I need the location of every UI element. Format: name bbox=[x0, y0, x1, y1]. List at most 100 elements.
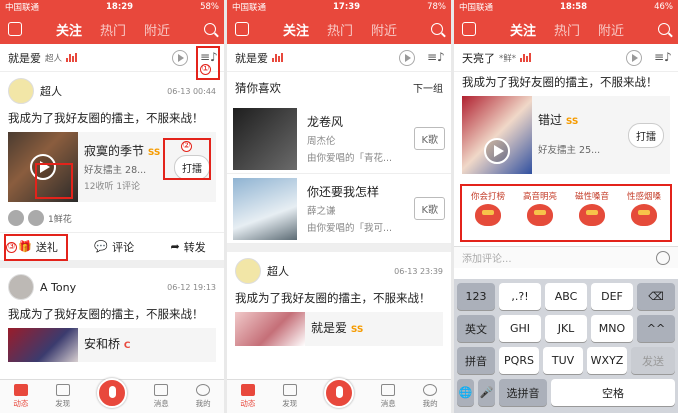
mic-icon[interactable]: 🎤 bbox=[478, 379, 495, 406]
post-header: 超人 06-13 23:39 bbox=[227, 252, 451, 286]
key-123[interactable]: 123 bbox=[457, 283, 495, 310]
avatar[interactable] bbox=[235, 258, 261, 284]
now-playing-bar[interactable]: 天亮了 *鲜* ≡♪ bbox=[454, 44, 678, 72]
song-card[interactable]: 错过 SS 好友擂主 25... 打擂 bbox=[462, 96, 670, 174]
play-icon[interactable] bbox=[484, 138, 510, 164]
song-card[interactable]: 安和桥 C bbox=[8, 328, 216, 362]
song-title: 寂寞的季节 bbox=[84, 144, 145, 158]
song-cover[interactable] bbox=[462, 96, 532, 174]
karaoke-button[interactable]: K歌 bbox=[414, 197, 445, 220]
recommend-item[interactable]: 龙卷风 周杰伦 由你爱唱的「青花... K歌 bbox=[227, 104, 451, 174]
tab-hot[interactable]: 热门 bbox=[100, 20, 126, 39]
sticker-item[interactable]: 你会打榜 bbox=[465, 190, 511, 236]
post-username[interactable]: 超人 bbox=[40, 83, 62, 99]
tab-follow[interactable]: 关注 bbox=[283, 20, 309, 39]
play-icon[interactable] bbox=[172, 49, 188, 66]
tab-feed[interactable]: 动态 bbox=[240, 384, 255, 409]
annotation-box-play bbox=[35, 163, 73, 199]
sticker-item[interactable]: 性感烟嗓 bbox=[621, 190, 667, 236]
song-title: 安和桥 bbox=[84, 337, 121, 351]
tab-discover[interactable]: 发现 bbox=[282, 384, 297, 409]
microphone-icon[interactable] bbox=[323, 377, 354, 408]
tab-nearby[interactable]: 附近 bbox=[144, 20, 170, 39]
key-ghi[interactable]: GHI bbox=[499, 315, 541, 342]
song-card[interactable]: 就是爱 SS bbox=[235, 312, 443, 346]
sticker-panel: 你会打榜 高音明亮 磁性嗓音 性感烟嗓 bbox=[460, 184, 672, 242]
avatar[interactable] bbox=[8, 210, 24, 226]
key-english[interactable]: 英文 bbox=[457, 315, 495, 342]
inbox-icon[interactable] bbox=[8, 22, 22, 36]
tab-hot[interactable]: 热门 bbox=[554, 20, 580, 39]
key-def[interactable]: DEF bbox=[591, 283, 633, 310]
mail-icon bbox=[381, 384, 396, 396]
key-emoticon[interactable]: ^^ bbox=[637, 315, 675, 342]
post-username[interactable]: 超人 bbox=[267, 263, 289, 279]
playlist-icon[interactable]: ≡♪ bbox=[427, 51, 445, 64]
tab-messages[interactable]: 消息 bbox=[154, 384, 169, 409]
key-space[interactable]: 空格 bbox=[551, 379, 675, 406]
tab-nearby[interactable]: 附近 bbox=[598, 20, 624, 39]
key-pqrs[interactable]: PQRS bbox=[499, 347, 539, 374]
now-playing-bar[interactable]: 就是爱 超人 ≡♪ bbox=[0, 44, 224, 72]
key-pinyin[interactable]: 拼音 bbox=[457, 347, 495, 374]
bottom-tabbar: 动态 发现 消息 我的 bbox=[0, 377, 224, 413]
tab-follow[interactable]: 关注 bbox=[56, 20, 82, 39]
avatar[interactable] bbox=[8, 274, 34, 300]
annotation-number-3: ③ bbox=[6, 242, 17, 253]
equalizer-icon bbox=[66, 53, 78, 62]
song-cover[interactable] bbox=[8, 328, 78, 362]
key-abc[interactable]: ABC bbox=[545, 283, 587, 310]
recommend-cover[interactable] bbox=[233, 177, 297, 240]
tab-nearby[interactable]: 附近 bbox=[371, 20, 397, 39]
tab-messages[interactable]: 消息 bbox=[381, 384, 396, 409]
challenge-button[interactable]: 打擂 bbox=[628, 122, 664, 148]
tab-me[interactable]: 我的 bbox=[196, 384, 211, 409]
microphone-icon[interactable] bbox=[96, 377, 127, 408]
karaoke-button[interactable]: K歌 bbox=[414, 127, 445, 150]
post-username[interactable]: A Tony bbox=[40, 281, 76, 294]
feed-icon bbox=[13, 384, 28, 396]
tab-follow[interactable]: 关注 bbox=[510, 20, 536, 39]
status-bar: 中国联通 17:39 78% bbox=[227, 0, 451, 14]
share-button[interactable]: ➦ 转发 bbox=[171, 239, 206, 255]
search-icon[interactable] bbox=[203, 23, 216, 35]
play-icon[interactable] bbox=[399, 49, 415, 66]
key-mno[interactable]: MNO bbox=[591, 315, 633, 342]
key-tuv[interactable]: TUV bbox=[543, 347, 583, 374]
comment-input[interactable]: 添加评论... bbox=[454, 246, 678, 268]
now-playing-bar[interactable]: 就是爱 ≡♪ bbox=[227, 44, 451, 72]
avatar[interactable] bbox=[28, 210, 44, 226]
send-button[interactable]: 发送 bbox=[631, 347, 675, 374]
recommend-item[interactable]: 你还要我怎样 薛之谦 由你爱唱的「我可... K歌 bbox=[227, 174, 451, 244]
key-select-pinyin[interactable]: 选拼音 bbox=[499, 379, 547, 406]
search-icon[interactable] bbox=[430, 23, 443, 35]
globe-icon[interactable]: 🌐 bbox=[457, 379, 474, 406]
key-wxyz[interactable]: WXYZ bbox=[587, 347, 627, 374]
play-icon[interactable] bbox=[626, 49, 642, 66]
carrier: 中国联通 bbox=[232, 3, 267, 13]
next-batch-button[interactable]: 下一组 bbox=[413, 80, 443, 96]
recommend-title: 猜你喜欢 bbox=[235, 81, 281, 95]
playlist-icon[interactable]: ≡♪ bbox=[654, 51, 672, 64]
tab-discover[interactable]: 发现 bbox=[55, 384, 70, 409]
inbox-icon[interactable] bbox=[462, 22, 476, 36]
inbox-icon[interactable] bbox=[235, 22, 249, 36]
tab-hot[interactable]: 热门 bbox=[327, 20, 353, 39]
sticker-item[interactable]: 磁性嗓音 bbox=[569, 190, 615, 236]
phone-screen-3: 中国联通 18:58 46% 关注 热门 附近 天亮了 *鲜* ≡♪ 我成为了我… bbox=[454, 0, 678, 413]
post-text: 我成为了我好友圈的擂主，不服来战！ bbox=[8, 111, 204, 125]
search-icon[interactable] bbox=[657, 23, 670, 35]
recommend-cover[interactable] bbox=[233, 107, 297, 170]
share-icon: ➦ bbox=[170, 240, 180, 253]
comment-button[interactable]: 💬 评论 bbox=[94, 239, 134, 255]
key-jkl[interactable]: JKL bbox=[545, 315, 587, 342]
recommend-artist: 薛之谦 bbox=[307, 206, 336, 217]
emoji-icon[interactable] bbox=[656, 250, 670, 265]
song-cover[interactable] bbox=[235, 312, 305, 346]
sticker-item[interactable]: 高音明亮 bbox=[517, 190, 563, 236]
key-punct[interactable]: ,.?! bbox=[499, 283, 541, 310]
backspace-icon[interactable]: ⌫ bbox=[637, 283, 675, 310]
avatar[interactable] bbox=[8, 78, 34, 104]
tab-feed[interactable]: 动态 bbox=[13, 384, 28, 409]
tab-me[interactable]: 我的 bbox=[423, 384, 438, 409]
